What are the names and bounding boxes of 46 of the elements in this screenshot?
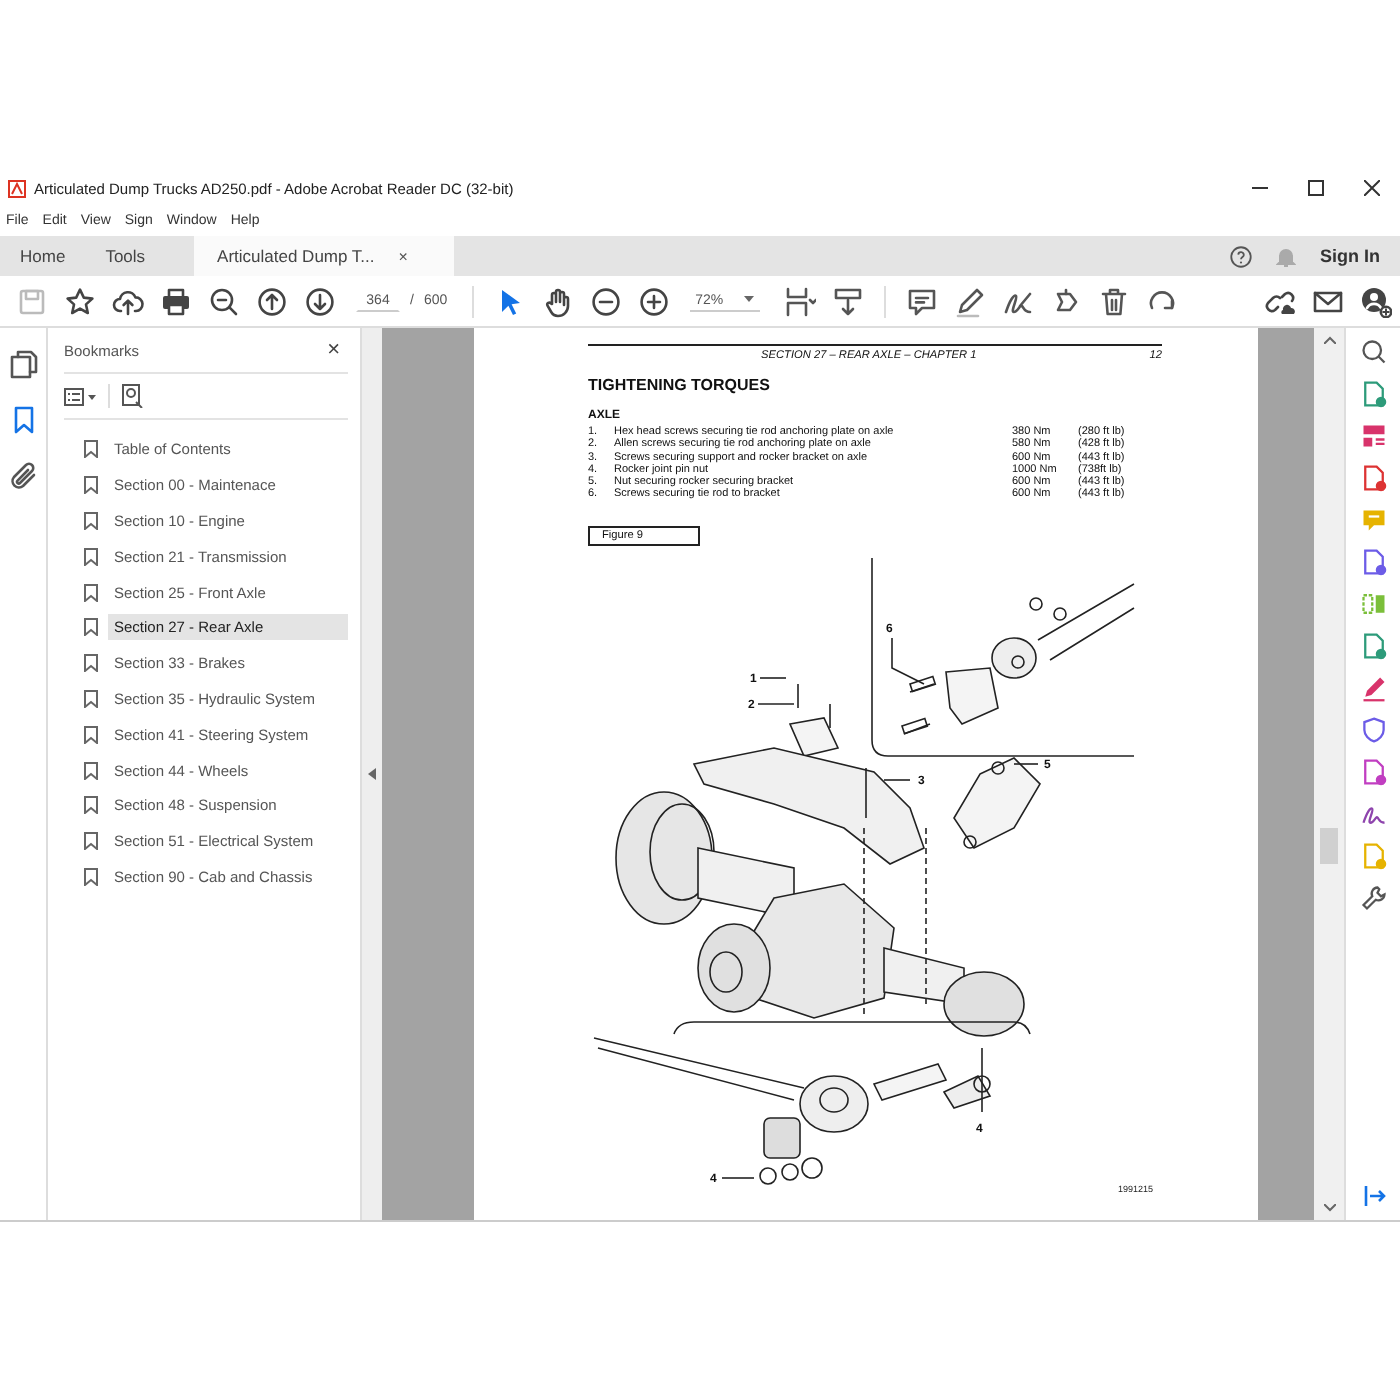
print-icon[interactable] <box>160 285 192 317</box>
edit-pdf-icon[interactable] <box>1359 632 1387 660</box>
compress-pdf-icon[interactable] <box>1359 758 1387 786</box>
help-icon[interactable] <box>1230 245 1252 267</box>
hand-icon[interactable] <box>541 285 574 317</box>
app-logo-icon <box>8 179 26 197</box>
add-user-icon[interactable] <box>1360 285 1392 317</box>
new-bookmark-icon[interactable] <box>122 384 144 408</box>
shield-icon[interactable] <box>1359 716 1387 744</box>
scroll-mode-icon[interactable] <box>831 285 864 317</box>
export-pdf-icon[interactable] <box>1359 380 1387 408</box>
pen-icon[interactable] <box>953 285 986 317</box>
arrow-up-circle-icon[interactable] <box>256 285 288 317</box>
arrow-down-circle-icon[interactable] <box>304 285 336 317</box>
create-pdf-icon[interactable] <box>1359 464 1387 492</box>
fill-sign-icon[interactable] <box>1359 674 1387 702</box>
close-icon[interactable] <box>1364 180 1380 196</box>
tab[interactable]: Articulated Dump T... × <box>193 236 454 276</box>
layout-icon[interactable] <box>1359 422 1387 450</box>
copy-pages-icon[interactable] <box>7 348 39 380</box>
fit-page-icon[interactable] <box>783 285 816 317</box>
expand-panel-icon[interactable] <box>1361 1184 1385 1208</box>
tab-close[interactable]: × <box>398 247 408 265</box>
caret-icon[interactable] <box>743 296 754 304</box>
star-icon[interactable] <box>64 285 96 317</box>
combine-files-icon[interactable] <box>1359 548 1387 576</box>
paperclip-icon[interactable] <box>7 460 39 492</box>
tab[interactable]: Home <box>0 236 86 276</box>
cloud-upload-icon[interactable] <box>112 285 144 317</box>
zoom-out-icon[interactable] <box>589 285 622 317</box>
search-icon[interactable] <box>208 285 240 317</box>
scrollbar-thumb[interactable] <box>1320 828 1338 864</box>
collapse-arrow-icon[interactable] <box>368 768 376 780</box>
wrench-icon[interactable] <box>1359 884 1387 912</box>
options-menu-icon[interactable] <box>64 387 96 405</box>
maximize-icon[interactable] <box>1308 180 1324 196</box>
tab[interactable]: Tools <box>85 236 166 276</box>
scroll-up-icon[interactable] <box>1323 336 1335 344</box>
search-icon[interactable] <box>1359 338 1387 366</box>
trash-icon[interactable] <box>1097 285 1130 317</box>
section-title: TIGHTENING TORQUES <box>588 376 772 394</box>
comment-icon[interactable] <box>905 285 938 317</box>
scroll-down-icon[interactable] <box>1323 1204 1335 1212</box>
sign-in-link[interactable]: Sign In <box>1320 246 1380 266</box>
panel-close[interactable]: × <box>327 338 348 362</box>
zoom-in-icon[interactable] <box>637 285 670 317</box>
